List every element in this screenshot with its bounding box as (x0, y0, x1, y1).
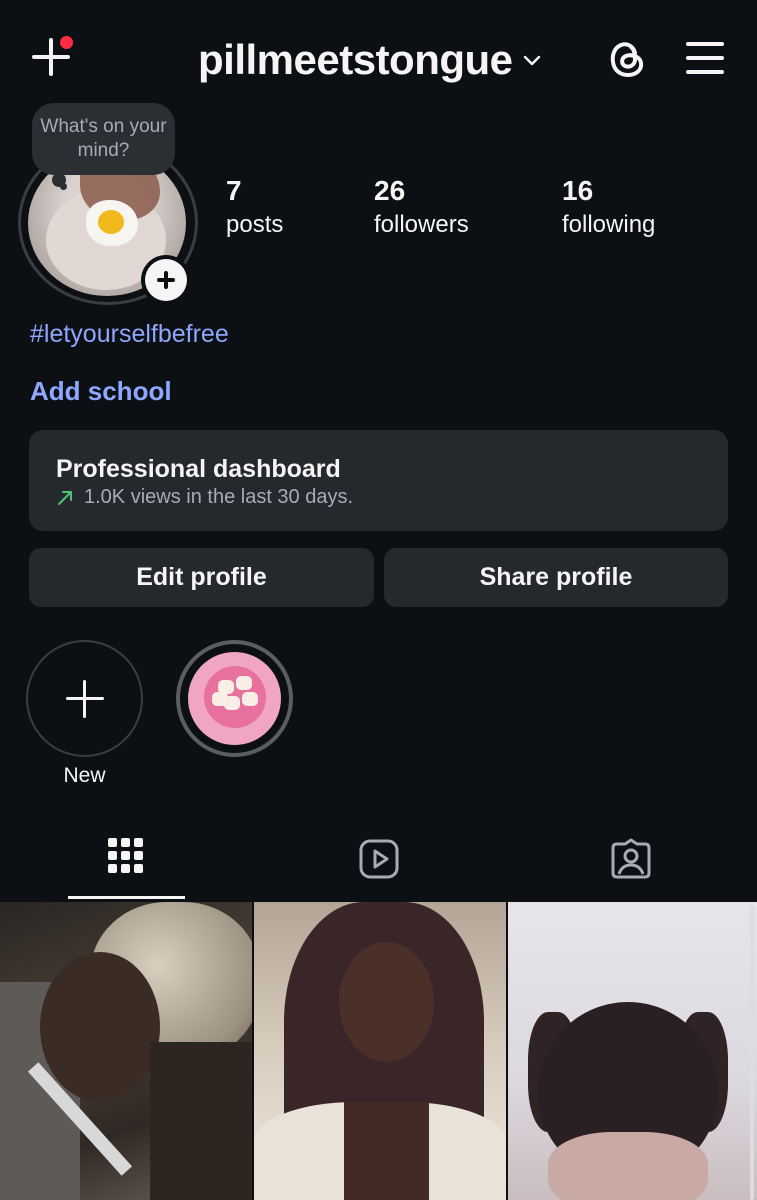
plus-icon (145, 259, 187, 301)
tagged-icon[interactable] (610, 838, 652, 880)
stat-posts-label: posts (226, 211, 284, 238)
reels-icon[interactable] (358, 838, 400, 880)
highlight-thumbnail (188, 652, 281, 745)
note-bubble[interactable]: What's on your mind? (32, 103, 175, 175)
edit-profile-button[interactable]: Edit profile (29, 548, 374, 607)
post-thumbnail[interactable] (0, 902, 252, 1200)
threads-icon[interactable] (604, 35, 650, 81)
menu-icon[interactable] (686, 40, 726, 76)
active-tab-indicator (68, 896, 185, 899)
add-story-button[interactable] (141, 255, 191, 305)
edit-profile-label: Edit profile (136, 563, 267, 591)
post-thumbnail[interactable] (254, 902, 506, 1200)
stat-following-label: following (562, 211, 656, 238)
stat-followers-count: 26 (374, 175, 406, 206)
note-bubble-text: What's on your mind? (40, 116, 167, 161)
account-switcher[interactable]: pillmeetstongue (198, 36, 541, 84)
note-bubble-tail-small (60, 183, 67, 190)
add-post-icon[interactable] (30, 36, 74, 80)
dashboard-subtitle: 1.0K views in the last 30 days. (84, 486, 354, 508)
bio-hashtag[interactable]: #letyourselfbefree (30, 320, 229, 349)
grid-icon[interactable] (108, 838, 144, 880)
scrollbar[interactable] (750, 905, 754, 1200)
professional-dashboard[interactable]: Professional dashboard 1.0K views in the… (29, 430, 728, 531)
new-highlight-label: New (63, 764, 106, 787)
stat-posts[interactable]: 7 posts (226, 173, 283, 241)
notification-dot (60, 36, 73, 49)
story-highlight[interactable] (176, 640, 293, 757)
new-highlight-button[interactable] (26, 640, 143, 757)
share-profile-label: Share profile (479, 563, 633, 591)
profile-header: pillmeetstongue (0, 0, 757, 115)
stat-followers[interactable]: 26 followers (374, 173, 469, 241)
username: pillmeetstongue (198, 36, 513, 83)
trend-up-icon (58, 490, 72, 505)
post-thumbnail[interactable] (508, 902, 757, 1200)
chevron-down-icon (523, 55, 540, 66)
share-profile-button[interactable]: Share profile (384, 548, 728, 607)
stat-following-count: 16 (562, 175, 594, 206)
stat-followers-label: followers (374, 211, 469, 238)
stat-following[interactable]: 16 following (562, 173, 655, 241)
dashboard-title: Professional dashboard (56, 455, 341, 483)
stat-posts-count: 7 (226, 175, 242, 206)
add-school-link[interactable]: Add school (30, 376, 172, 407)
